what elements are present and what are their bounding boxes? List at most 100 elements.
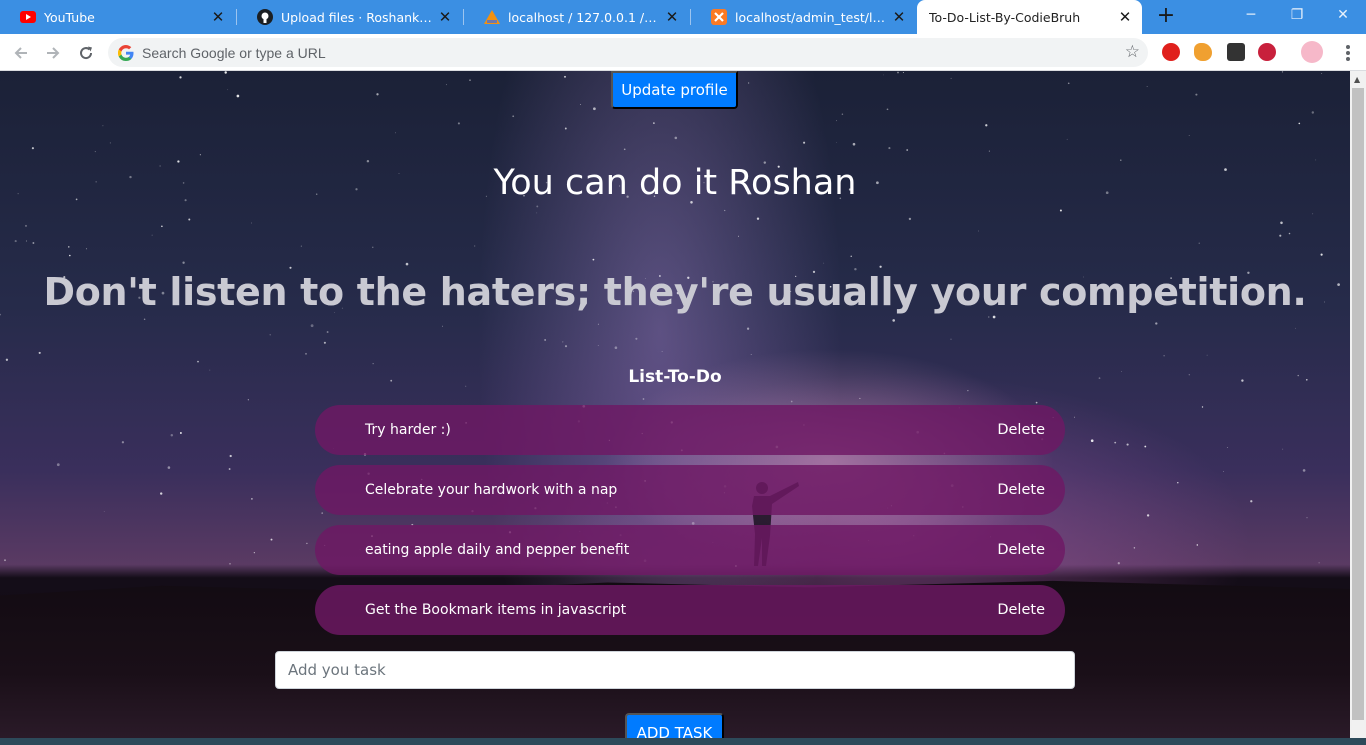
browser-menu-button[interactable] — [1338, 42, 1358, 64]
delete-task-button[interactable]: Delete — [997, 542, 1045, 558]
restore-button[interactable]: ❐ — [1274, 0, 1320, 30]
task-item: Try harder :) Delete — [315, 405, 1065, 455]
motivational-quote: Don't listen to the haters; they're usua… — [43, 270, 1307, 314]
star-dot — [879, 265, 882, 268]
tab-github[interactable]: Upload files · Roshankc682/To-Do-List ✕ — [237, 0, 462, 34]
bookmark-star-icon[interactable]: ☆ — [1125, 42, 1140, 62]
close-icon[interactable]: ✕ — [211, 8, 225, 26]
star-dot — [1155, 322, 1158, 325]
star-dot — [1201, 406, 1204, 408]
delete-task-button[interactable]: Delete — [997, 482, 1045, 498]
star-dot — [182, 261, 185, 264]
profile-avatar[interactable] — [1301, 41, 1323, 63]
star-dot — [564, 345, 568, 348]
star-dot — [1321, 73, 1323, 75]
address-bar[interactable]: Search Google or type a URL ☆ — [108, 38, 1148, 67]
star-dot — [841, 113, 844, 115]
star-dot — [790, 400, 793, 403]
star-dot — [0, 313, 1, 316]
star-dot — [199, 154, 201, 156]
star-dot — [405, 262, 409, 266]
star-dot — [170, 433, 174, 437]
star-dot — [597, 345, 599, 347]
star-dot — [253, 552, 255, 554]
star-dot — [950, 338, 952, 340]
star-dot — [251, 222, 252, 224]
star-dot — [179, 432, 182, 434]
task-text: Try harder :) — [365, 422, 451, 438]
star-dot — [103, 511, 105, 512]
greeting-heading: You can do it Roshan — [493, 163, 857, 203]
star-dot — [967, 390, 969, 392]
close-icon[interactable]: ✕ — [665, 8, 679, 26]
add-task-input[interactable] — [275, 651, 1075, 689]
star-dot — [102, 125, 104, 127]
cookie-extension-icon[interactable] — [1194, 43, 1212, 61]
close-icon[interactable]: ✕ — [1118, 8, 1132, 26]
update-profile-button[interactable]: Update profile — [611, 71, 738, 109]
star-dot — [738, 235, 739, 237]
star-dot — [247, 399, 249, 401]
star-dot — [1315, 159, 1317, 161]
star-dot — [597, 323, 599, 325]
forward-button[interactable] — [40, 40, 66, 66]
address-placeholder: Search Google or type a URL — [142, 44, 326, 61]
tab-xampp[interactable]: localhost/admin_test/login.php ✕ — [691, 0, 916, 34]
tab-phpmyadmin[interactable]: localhost / 127.0.0.1 / bs / book ✕ — [464, 0, 689, 34]
star-dot — [326, 331, 329, 333]
star-dot — [1196, 544, 1199, 546]
star-dot — [1250, 500, 1253, 503]
page-scrollbar[interactable]: ▲ — [1350, 71, 1366, 738]
delete-task-button[interactable]: Delete — [997, 602, 1045, 618]
star-dot — [892, 319, 895, 322]
phpmyadmin-icon — [484, 9, 500, 25]
new-tab-button[interactable]: + — [1155, 5, 1177, 28]
star-dot — [68, 254, 71, 257]
os-taskbar — [0, 738, 1366, 745]
star-dot — [445, 84, 447, 86]
star-dot — [1120, 159, 1122, 161]
task-text: eating apple daily and pepper benefit — [365, 542, 630, 558]
back-button[interactable] — [8, 40, 34, 66]
close-icon[interactable]: ✕ — [438, 8, 452, 26]
add-task-button[interactable]: ADD TASK — [625, 713, 724, 738]
star-dot — [888, 147, 891, 150]
star-dot — [4, 559, 6, 562]
star-dot — [188, 218, 191, 221]
star-dot — [544, 339, 546, 341]
star-dot — [1282, 448, 1284, 450]
star-dot — [1035, 401, 1038, 404]
star-dot — [564, 127, 567, 130]
star-dot — [908, 217, 912, 221]
star-dot — [950, 77, 952, 79]
window-close-button[interactable]: ✕ — [1320, 0, 1366, 30]
star-dot — [985, 124, 988, 127]
media-extension-icon[interactable] — [1227, 43, 1245, 61]
star-dot — [474, 245, 476, 247]
star-dot — [323, 341, 326, 344]
scroll-up-arrow-icon[interactable]: ▲ — [1354, 75, 1360, 84]
minimize-button[interactable]: ─ — [1228, 0, 1274, 30]
tab-youtube[interactable]: YouTube ✕ — [0, 0, 235, 34]
star-dot — [160, 492, 163, 495]
adblock-extension-icon[interactable] — [1258, 43, 1276, 61]
star-dot — [803, 141, 806, 144]
close-icon[interactable]: ✕ — [892, 8, 906, 26]
arrow-left-icon — [14, 47, 27, 59]
star-dot — [1320, 253, 1323, 256]
star-dot — [1117, 562, 1120, 565]
tab-todo-active[interactable]: To-Do-List-By-CodieBruh ✕ — [917, 0, 1142, 34]
scrollbar-thumb[interactable] — [1352, 88, 1364, 720]
star-dot — [883, 74, 884, 76]
star-dot — [94, 151, 96, 153]
star-dot — [1074, 416, 1076, 418]
star-dot — [5, 358, 9, 361]
star-dot — [756, 217, 760, 220]
reload-button[interactable] — [73, 40, 99, 66]
delete-task-button[interactable]: Delete — [997, 422, 1045, 438]
star-dot — [897, 71, 899, 74]
star-dot — [1146, 514, 1150, 517]
star-dot — [1281, 71, 1284, 73]
star-dot — [1114, 441, 1117, 444]
opera-extension-icon[interactable] — [1162, 43, 1180, 61]
